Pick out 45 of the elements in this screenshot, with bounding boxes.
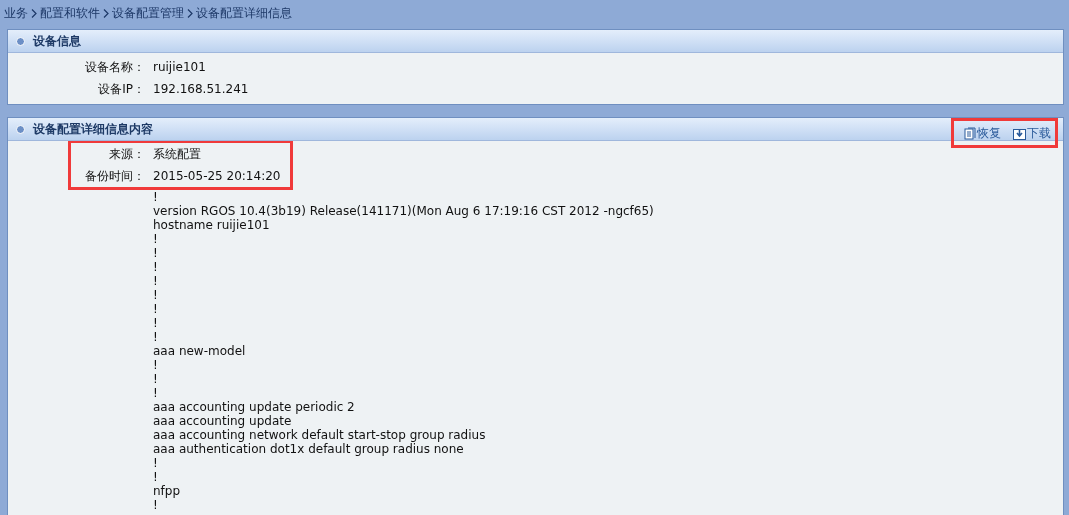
config-line: !	[153, 232, 159, 246]
chevron-icon	[103, 8, 109, 18]
config-line: !	[153, 330, 159, 344]
config-line: aaa authentication dot1x default group radius none	[153, 442, 465, 456]
download-link[interactable]: 下载	[1013, 125, 1051, 142]
config-line: !	[153, 386, 159, 400]
config-line: !	[153, 246, 159, 260]
field-value: 192.168.51.241	[153, 82, 249, 96]
config-line: !	[153, 358, 159, 372]
config-line: !	[153, 316, 159, 330]
config-line: !	[153, 498, 159, 512]
document-icon	[964, 127, 976, 140]
config-line: aaa new-model	[153, 344, 247, 358]
field-label: 设备IP：	[97, 80, 145, 98]
config-line: !	[153, 302, 159, 316]
breadcrumb-link[interactable]: 配置和软件	[40, 4, 100, 22]
config-line: nfpp	[153, 484, 182, 498]
config-line: !	[153, 260, 159, 274]
field-value: ruijie101	[153, 60, 206, 74]
config-line: aaa accounting update	[153, 414, 293, 428]
breadcrumb-link[interactable]: 设备配置管理	[112, 4, 184, 22]
field-value: 系统配置	[153, 145, 201, 163]
config-line: !	[153, 288, 159, 302]
restore-link[interactable]: 恢复	[964, 125, 1001, 142]
chevron-icon	[187, 8, 193, 18]
config-line: aaa accounting network default start-stop group radius	[153, 428, 487, 442]
config-line: !	[153, 470, 159, 484]
config-line: hostname ruijie101	[153, 218, 271, 232]
config-line: !	[153, 190, 159, 204]
config-line: !	[153, 456, 159, 470]
panel-title: 设备配置详细信息内容	[33, 120, 153, 138]
config-line: aaa accounting update periodic 2	[153, 400, 356, 414]
field-value: 2015-05-25 20:14:20	[153, 169, 281, 183]
field-label: 设备名称：	[84, 58, 145, 76]
config-line: !	[153, 372, 159, 386]
config-line: !	[153, 274, 159, 288]
bullet-icon	[16, 36, 25, 46]
field-label: 来源：	[108, 145, 145, 163]
bullet-icon	[16, 124, 25, 134]
config-line: version RGOS 10.4(3b19) Release(141171)(Mon Aug 6 17:19:16 CST 2012 -ngcf65)	[153, 204, 655, 218]
breadcrumb-link[interactable]: 业务	[4, 4, 28, 22]
field-label: 备份时间：	[84, 167, 145, 185]
chevron-icon	[31, 8, 37, 18]
panel-title: 设备信息	[33, 32, 81, 50]
download-icon	[1013, 127, 1026, 140]
